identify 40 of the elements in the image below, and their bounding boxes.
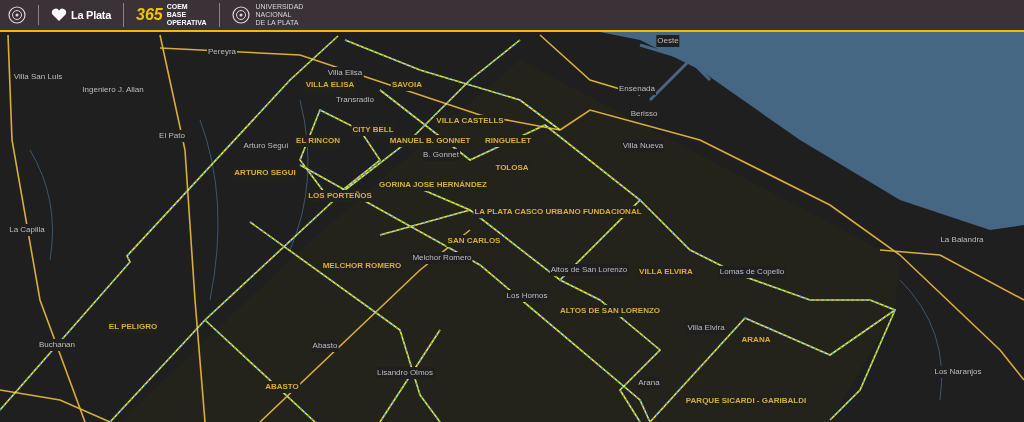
place-label: El Pato [158, 130, 186, 142]
district-label: MANUEL B. GONNET [388, 135, 472, 147]
district-label: RINGUELET [483, 135, 533, 147]
district-label: SAVOIA [390, 79, 424, 91]
place-label: Arturo Seguí [242, 140, 290, 152]
place-label: Villa Elisa [326, 67, 364, 79]
district-label: LA PLATA CASCO URBANO FUNDACIONAL [473, 206, 643, 218]
place-label: Los Hornos [505, 290, 549, 302]
place-label: B. Gonnet [422, 149, 460, 161]
place-label: Abasto [311, 340, 339, 352]
place-label: Altos de San Lorenzo [549, 264, 629, 276]
place-label: Villa Nueva [621, 140, 665, 152]
heart-icon [51, 8, 67, 22]
place-label: Pereyra [207, 46, 237, 58]
place-label: Ingeniero J. Allan [81, 84, 145, 96]
place-label: Los Naranjos [933, 366, 983, 378]
place-label: La Capilla [8, 224, 46, 236]
place-label: Ensenada [618, 83, 656, 95]
place-label: Melchor Romero [411, 252, 473, 264]
place-label: Buchanan [38, 339, 76, 351]
district-label: LOS PORTEÑOS [307, 190, 373, 202]
district-label: VILLA CASTELLS [435, 115, 505, 127]
district-label: JOSE HERNÁNDEZ [412, 179, 488, 191]
district-label: SAN CARLOS [446, 235, 502, 247]
place-label: Arana [637, 377, 661, 389]
event-number: 365 [136, 7, 163, 23]
brand-name: La Plata [71, 7, 111, 23]
district-label: ALTOS DE SAN LORENZO [558, 305, 662, 317]
district-label: EL RINCON [295, 135, 341, 147]
place-label: Oeste [656, 35, 680, 47]
district-label: PARQUE SICARDI - GARIBALDI [684, 395, 808, 407]
place-label: Lomas de Copello [718, 266, 786, 278]
district-label: CITY BELL [351, 124, 395, 136]
place-label: Berisso [629, 108, 659, 120]
district-label: ABASTO [264, 381, 300, 393]
district-label: EL PELIGRO [107, 321, 159, 333]
university-seal-icon [231, 6, 250, 24]
place-label: Lisandro Olmos [376, 367, 434, 379]
seal-icon [8, 6, 26, 24]
place-label: Villa Elvira [686, 322, 726, 334]
